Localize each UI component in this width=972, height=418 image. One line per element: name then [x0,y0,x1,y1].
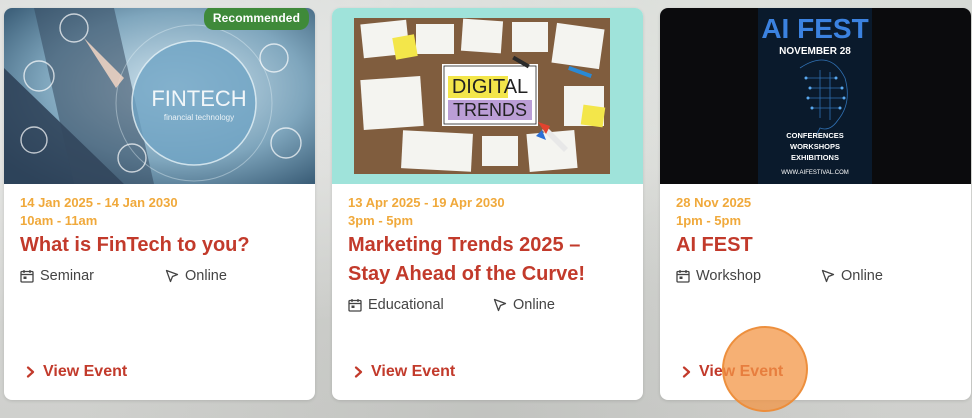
event-time: 10am - 11am [20,213,98,228]
event-cards-grid: FINTECH financial technology Recommended… [4,8,972,400]
calendar-icon [676,270,690,283]
event-type-label: Educational [368,297,444,313]
event-card[interactable]: AI FEST NOVEMBER 28 CONFERENCES WORKSHOP… [660,8,971,400]
digital-title: DIGITAL [452,76,528,98]
event-type-label: Seminar [40,268,94,284]
ai-fest-poster[interactable]: AI FEST NOVEMBER 28 CONFERENCES WORKSHOP… [660,8,971,184]
location-arrow-icon [493,298,507,312]
view-event-link[interactable]: View Event [26,363,127,381]
event-time: 3pm - 5pm [348,213,414,228]
event-location-label: Online [841,268,883,284]
ai-fest-line1: CONFERENCES [786,131,844,140]
trends-title: TRENDS [453,100,527,120]
view-event-link[interactable]: View Event [354,363,455,381]
location-arrow-icon [165,269,179,283]
calendar-icon [20,270,34,283]
event-title[interactable]: What is FinTech to you? [20,231,299,260]
click-indicator [722,326,808,412]
ai-fest-line3: EXHIBITIONS [791,153,839,162]
chevron-right-icon [682,366,691,378]
location-arrow-icon [821,269,835,283]
chevron-right-icon [26,366,35,378]
calendar-icon [348,299,362,312]
event-location: Online [821,268,883,284]
event-title[interactable]: Marketing Trends 2025 – Stay Ahead of th… [348,231,627,289]
event-location-label: Online [185,268,227,284]
event-location: Online [165,268,227,284]
ai-fest-line2: WORKSHOPS [790,142,840,151]
event-card[interactable]: DIGITAL TRENDS 13 Apr 2025 - 19 Apr 2030… [332,8,643,400]
ai-fest-date: NOVEMBER 28 [779,46,851,57]
ai-fest-headline: AI FEST [761,13,868,44]
fintech-subcaption: financial technology [164,113,234,122]
digital-trends-image[interactable]: DIGITAL TRENDS [332,8,643,184]
event-card[interactable]: FINTECH financial technology Recommended… [4,8,315,400]
event-location: Online [493,297,555,313]
chevron-right-icon [354,366,363,378]
event-time: 1pm - 5pm [676,213,742,228]
recommended-badge: Recommended [203,8,309,30]
event-dates: 13 Apr 2025 - 19 Apr 2030 [348,195,505,210]
event-location-label: Online [513,297,555,313]
event-type: Educational [348,297,493,313]
view-event-label: View Event [43,363,128,380]
event-dates: 14 Jan 2025 - 14 Jan 2030 [20,195,178,210]
event-title[interactable]: AI FEST [676,231,955,260]
fintech-image[interactable]: FINTECH financial technology Recommended [4,8,315,184]
ai-fest-url: WWW.AIFESTIVAL.COM [781,170,849,176]
view-event-label: View Event [371,363,456,380]
event-type: Seminar [20,268,165,284]
fintech-caption: FINTECH [151,86,246,111]
event-type-label: Workshop [696,268,762,284]
event-dates: 28 Nov 2025 [676,195,752,210]
event-type: Workshop [676,268,821,284]
